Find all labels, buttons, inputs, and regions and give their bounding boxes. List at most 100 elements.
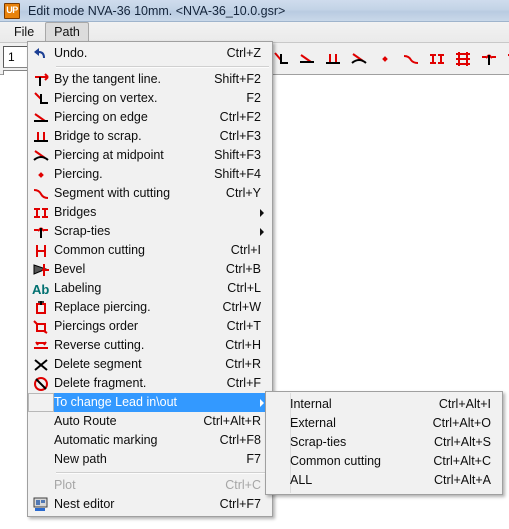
menu-item-auto-route[interactable]: Auto Route Ctrl+Alt+R <box>28 412 272 431</box>
menu-item-accel: Ctrl+I <box>230 243 261 257</box>
menu-item-bridges[interactable]: Bridges <box>28 203 272 222</box>
app-icon-text: UP <box>6 5 18 15</box>
piercings-order-icon <box>28 317 54 336</box>
menu-item-accel: Ctrl+T <box>226 319 261 333</box>
submenu-item-accel: Ctrl+Alt+S <box>434 435 491 449</box>
piercing-at-midpoint-icon <box>28 146 54 165</box>
menu-item-accel: Ctrl+Y <box>225 186 261 200</box>
menu-item-label: Piercings order <box>54 319 139 333</box>
submenu-item-all[interactable]: ALL Ctrl+Alt+A <box>266 471 502 490</box>
bridges-icon <box>28 203 54 222</box>
menu-item-piercing[interactable]: Piercing. Shift+F4 <box>28 165 272 184</box>
menu-item-label: Segment with cutting <box>54 186 171 200</box>
menu-item-scrap-ties[interactable]: Scrap-ties <box>28 222 272 241</box>
submenu-item-scrap-ties[interactable]: Scrap-ties Ctrl+Alt+S <box>266 433 502 452</box>
chevron-right-icon <box>260 398 264 407</box>
menu-item-bevel[interactable]: Bevel Ctrl+B <box>28 260 272 279</box>
menu-item-label: Auto Route <box>54 414 117 428</box>
menu-item-piercing-on-vertex[interactable]: Piercing on vertex. F2 <box>28 89 272 108</box>
menu-item-label: Piercing on edge <box>54 110 148 124</box>
replace-piercing-icon <box>28 298 54 317</box>
menu-separator <box>28 469 272 476</box>
toolbar-piercing-on-edge-icon[interactable] <box>294 47 320 71</box>
menu-item-label: Piercing at midpoint <box>54 148 164 162</box>
menu-item-accel: Ctrl+Z <box>226 46 261 60</box>
toolbar-scrap-ties-icon[interactable] <box>476 47 502 71</box>
menu-item-replace-piercing[interactable]: Replace piercing. Ctrl+W <box>28 298 272 317</box>
menu-item-to-change-lead-in-out[interactable]: To change Lead in\out <box>28 393 272 412</box>
submenu-item-external[interactable]: External Ctrl+Alt+O <box>266 414 502 433</box>
svg-text:Ab: Ab <box>32 282 49 297</box>
menubar-item-file[interactable]: File <box>5 22 43 43</box>
chevron-right-icon <box>260 227 264 236</box>
menu-item-nest-editor[interactable]: Nest editor Ctrl+F7 <box>28 495 272 514</box>
menu-item-new-path[interactable]: New path F7 <box>28 450 272 469</box>
toolbar-bridges-icon[interactable] <box>424 47 450 71</box>
menu-item-labeling[interactable]: Ab Labeling Ctrl+L <box>28 279 272 298</box>
menu-item-piercing-on-edge[interactable]: Piercing on edge Ctrl+F2 <box>28 108 272 127</box>
lead-in-out-icon <box>28 393 54 412</box>
menu-item-by-the-tangent-line[interactable]: By the tangent line. Shift+F2 <box>28 70 272 89</box>
menu-item-accel: Ctrl+W <box>222 300 261 314</box>
toolbar-segment-with-cutting-icon[interactable] <box>398 47 424 71</box>
toolbar-piercing-icon[interactable] <box>372 47 398 71</box>
toolbar-bevel-icon[interactable] <box>502 47 509 71</box>
menu-item-common-cutting[interactable]: Common cutting Ctrl+I <box>28 241 272 260</box>
menubar-item-path[interactable]: Path <box>45 21 89 43</box>
submenu-item-accel: Ctrl+Alt+C <box>433 454 491 468</box>
submenu-item-internal[interactable]: Internal Ctrl+Alt+I <box>266 395 502 414</box>
menu-bar: File Path <box>0 21 509 43</box>
menu-item-segment-with-cutting[interactable]: Segment with cutting Ctrl+Y <box>28 184 272 203</box>
menu-item-accel: Ctrl+Alt+R <box>203 414 261 428</box>
menu-item-accel: Shift+F3 <box>214 148 261 162</box>
toolbar-piercing-at-midpoint-icon[interactable] <box>346 47 372 71</box>
chevron-right-icon <box>260 208 264 217</box>
submenu-item-common-cutting[interactable]: Common cutting Ctrl+Alt+C <box>266 452 502 471</box>
menu-item-label: Piercing on vertex. <box>54 91 158 105</box>
lead-in-out-submenu: Internal Ctrl+Alt+I External Ctrl+Alt+O … <box>265 391 503 495</box>
menu-item-label: Bevel <box>54 262 86 276</box>
bridge-to-scrap-icon <box>28 127 54 146</box>
menu-item-label: Scrap-ties <box>54 224 111 238</box>
menu-item-label: By the tangent line. <box>54 72 162 86</box>
menu-item-label: Nest editor <box>54 497 115 511</box>
delete-fragment-icon <box>28 374 54 393</box>
menu-item-reverse-cutting[interactable]: Reverse cutting. Ctrl+H <box>28 336 272 355</box>
delete-segment-icon <box>28 355 54 374</box>
menu-item-accel: Ctrl+F2 <box>219 110 261 124</box>
menu-item-piercings-order[interactable]: Piercings order Ctrl+T <box>28 317 272 336</box>
up-logo-icon: UP <box>4 2 20 19</box>
menu-item-delete-segment[interactable]: Delete segment Ctrl+R <box>28 355 272 374</box>
menu-item-accel: Shift+F4 <box>214 167 261 181</box>
no-icon <box>28 450 54 469</box>
menu-item-label: Automatic marking <box>54 433 158 447</box>
no-icon <box>28 431 54 450</box>
menu-item-accel: Ctrl+B <box>225 262 261 276</box>
menu-item-accel: F2 <box>246 91 261 105</box>
menu-item-label: Undo. <box>54 46 88 60</box>
menu-separator <box>28 63 272 70</box>
labeling-ab-icon: Ab <box>28 279 54 298</box>
piercing-icon <box>28 165 54 184</box>
nest-editor-icon <box>28 495 54 514</box>
submenu-item-label: Internal <box>290 397 332 411</box>
menu-item-delete-fragment[interactable]: Delete fragment. Ctrl+F <box>28 374 272 393</box>
menu-item-label: Delete fragment. <box>54 376 147 390</box>
window-title: Edit mode NVA-36 10mm. <NVA-36_10.0.gsr> <box>28 3 286 18</box>
submenu-item-label: Common cutting <box>290 454 382 468</box>
menu-item-label: Bridges <box>54 205 97 219</box>
toolbar-common-cutting-grid-icon[interactable] <box>450 47 476 71</box>
menu-item-label: To change Lead in\out <box>54 395 178 409</box>
menu-item-automatic-marking[interactable]: Automatic marking Ctrl+F8 <box>28 431 272 450</box>
piercing-on-edge-icon <box>28 108 54 127</box>
no-icon <box>266 471 290 490</box>
common-cutting-icon <box>28 241 54 260</box>
application-window: UP Edit mode NVA-36 10mm. <NVA-36_10.0.g… <box>0 0 509 529</box>
no-icon <box>266 414 290 433</box>
reverse-cutting-icon <box>28 336 54 355</box>
toolbar-bridge-to-scrap-icon[interactable] <box>320 47 346 71</box>
submenu-item-accel: Ctrl+Alt+O <box>432 416 491 430</box>
menu-item-piercing-at-midpoint[interactable]: Piercing at midpoint Shift+F3 <box>28 146 272 165</box>
menu-item-undo[interactable]: Undo. Ctrl+Z <box>28 44 272 63</box>
menu-item-bridge-to-scrap[interactable]: Bridge to scrap. Ctrl+F3 <box>28 127 272 146</box>
